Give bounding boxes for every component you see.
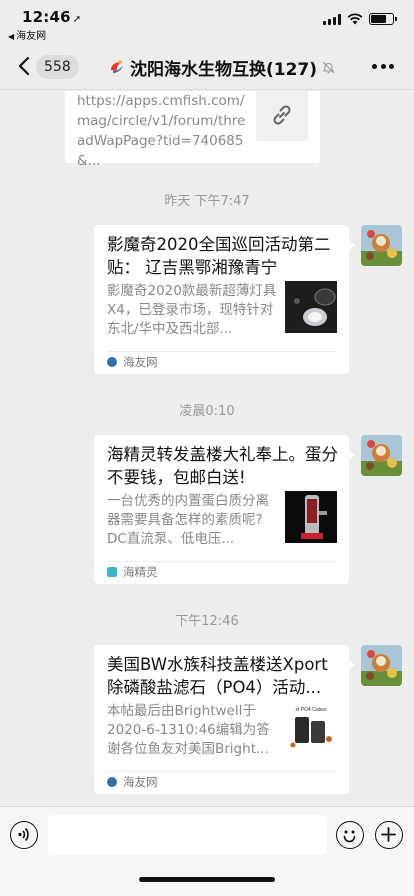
emoji-button[interactable] bbox=[336, 821, 364, 849]
add-attachment-button[interactable] bbox=[375, 821, 403, 849]
link-icon bbox=[273, 105, 291, 125]
article-source: 海友网 bbox=[107, 774, 158, 790]
article-description: 本帖最后由Brightwell于2020-6-1310:46编辑为答谢各位鱼友对… bbox=[107, 703, 270, 757]
article-source-label: 海友网 bbox=[123, 355, 158, 369]
article-message-card[interactable]: 美国BW水族科技盖楼送Xport除磷酸盐滤石（PO4）活动... 本帖最后由Br… bbox=[94, 645, 355, 794]
more-options-button[interactable] bbox=[372, 58, 394, 74]
article-source-label: 海精灵 bbox=[123, 565, 158, 579]
status-time: 12:46 ➚ bbox=[22, 8, 81, 26]
message-timestamp: 昨天 下午7:47 bbox=[164, 194, 250, 209]
battery-icon bbox=[369, 13, 397, 25]
article-description: 一台优秀的内置蛋白质分离器需要具备怎样的素质呢? DC直流泵、低电压... bbox=[107, 493, 269, 547]
sender-avatar[interactable] bbox=[361, 645, 402, 686]
link-preview-box bbox=[256, 91, 308, 141]
message-timestamp: 凌晨0:10 bbox=[179, 404, 235, 419]
haijingling-logo-icon bbox=[107, 567, 117, 577]
sender-avatar[interactable] bbox=[361, 435, 402, 476]
cellular-signal-icon bbox=[323, 13, 341, 25]
more-dot-icon bbox=[389, 63, 394, 69]
avatar-image-icon bbox=[361, 435, 402, 476]
status-indicators bbox=[323, 13, 397, 25]
avatar-image-icon bbox=[361, 645, 402, 686]
wifi-icon bbox=[347, 13, 363, 25]
back-triangle-icon: ◀ bbox=[8, 32, 15, 41]
status-bar: 12:46 ➚ ◀ 海友网 bbox=[0, 0, 414, 44]
back-chevron-icon[interactable] bbox=[16, 55, 34, 77]
plus-icon bbox=[381, 827, 396, 842]
article-description: 影魔奇2020款最新超薄灯具X4，已登录市场，现特针对东北/华中及西北部... bbox=[107, 283, 277, 337]
clock-text: 12:46 bbox=[22, 8, 71, 26]
url-message-text: https://apps.cmfish.com/mag/circle/v1/fo… bbox=[77, 93, 246, 169]
message-timestamp: 下午12:46 bbox=[175, 614, 239, 629]
article-message-card[interactable]: 海精灵转发盖楼大礼奉上。蛋分不要钱，包邮白送! 一台优秀的内置蛋白质分离器需要具… bbox=[94, 435, 355, 584]
voice-wave-icon bbox=[18, 827, 29, 842]
home-indicator[interactable] bbox=[139, 877, 275, 882]
article-source: 海精灵 bbox=[107, 564, 158, 580]
back-to-app-link[interactable]: ◀ 海友网 bbox=[8, 27, 46, 42]
smile-icon bbox=[343, 830, 356, 843]
article-source-label: 海友网 bbox=[123, 775, 158, 789]
chat-message-list[interactable]: https://apps.cmfish.com/mag/circle/v1/fo… bbox=[0, 91, 414, 806]
haiyouwang-logo-icon bbox=[107, 357, 117, 367]
group-logo-icon bbox=[111, 60, 123, 73]
message-input-bar bbox=[0, 806, 414, 896]
chat-title-group[interactable]: 沈阳海水生物互换(127) bbox=[108, 54, 335, 80]
url-message-card[interactable]: https://apps.cmfish.com/mag/circle/v1/fo… bbox=[65, 91, 320, 169]
product-label-text: xt PO4 Cubes bbox=[295, 707, 327, 713]
unread-count-badge[interactable]: 558 bbox=[36, 55, 79, 79]
article-title: 海精灵转发盖楼大礼奉上。蛋分不要钱，包邮白送! bbox=[107, 445, 338, 487]
article-title: 美国BW水族科技盖楼送Xport除磷酸盐滤石（PO4）活动... bbox=[107, 655, 328, 697]
voice-input-button[interactable] bbox=[10, 821, 38, 849]
article-source: 海友网 bbox=[107, 354, 158, 370]
article-title: 影魔奇2020全国巡回活动第二贴： 辽吉黑鄂湘豫青宁 bbox=[107, 235, 331, 277]
avatar-image-icon bbox=[361, 225, 402, 266]
mute-bell-icon bbox=[322, 61, 335, 73]
sender-avatar[interactable] bbox=[361, 225, 402, 266]
article-message-card[interactable]: 影魔奇2020全国巡回活动第二贴： 辽吉黑鄂湘豫青宁 影魔奇2020款最新超薄灯… bbox=[94, 225, 355, 374]
card-divider bbox=[107, 561, 336, 562]
card-divider bbox=[107, 351, 336, 352]
protein-skimmer-icon bbox=[285, 491, 337, 543]
more-dot-icon bbox=[372, 63, 377, 69]
chat-header: 558 沈阳海水生物互换(127) bbox=[0, 44, 414, 90]
product-bottle-icon: xt PO4 Cubes bbox=[285, 701, 337, 753]
more-dot-icon bbox=[380, 63, 386, 69]
aquarium-light-icon bbox=[285, 281, 337, 333]
back-app-label: 海友网 bbox=[16, 31, 47, 42]
location-arrow-icon: ➚ bbox=[72, 14, 82, 25]
card-divider bbox=[107, 771, 336, 772]
message-text-input[interactable] bbox=[48, 815, 326, 855]
chat-title: 沈阳海水生物互换(127) bbox=[130, 59, 318, 80]
haiyouwang-logo-icon bbox=[107, 777, 117, 787]
